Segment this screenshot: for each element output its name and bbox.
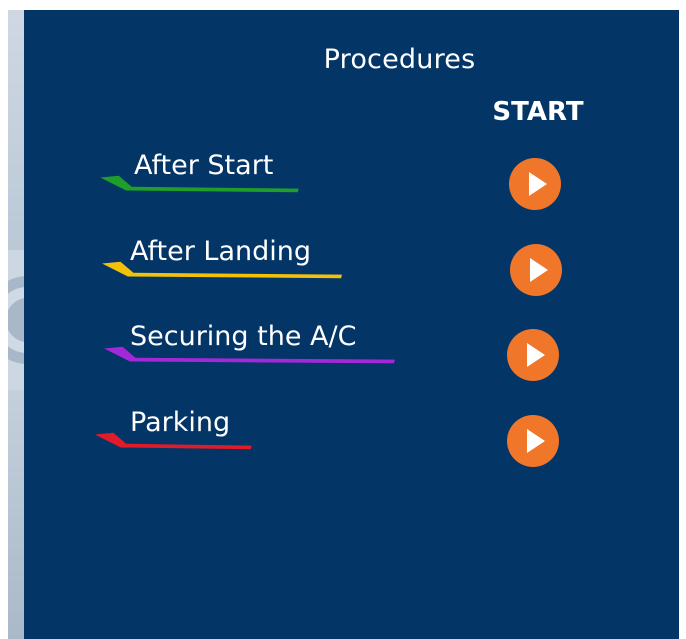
procedures-panel: Procedures START After Start After Landi… (24, 10, 679, 639)
procedure-label: Securing the A/C (130, 321, 357, 352)
play-icon (529, 172, 547, 196)
panel-title: Procedures (323, 44, 476, 75)
start-after-start-button[interactable] (509, 158, 561, 210)
start-column-header: START (492, 97, 584, 127)
play-icon (527, 429, 545, 453)
start-parking-button[interactable] (507, 415, 559, 467)
procedure-label: After Start (134, 150, 274, 181)
procedure-row-securing-the-ac: Securing the A/C (24, 321, 679, 381)
procedure-label: Parking (130, 407, 231, 438)
procedure-row-after-landing: After Landing (24, 236, 679, 296)
procedure-label: After Landing (130, 236, 312, 267)
procedure-row-after-start: After Start (24, 150, 679, 210)
procedure-row-parking: Parking (24, 407, 679, 467)
play-icon (527, 343, 545, 367)
play-icon (530, 258, 548, 282)
start-after-landing-button[interactable] (510, 244, 562, 296)
start-securing-the-ac-button[interactable] (507, 329, 559, 381)
